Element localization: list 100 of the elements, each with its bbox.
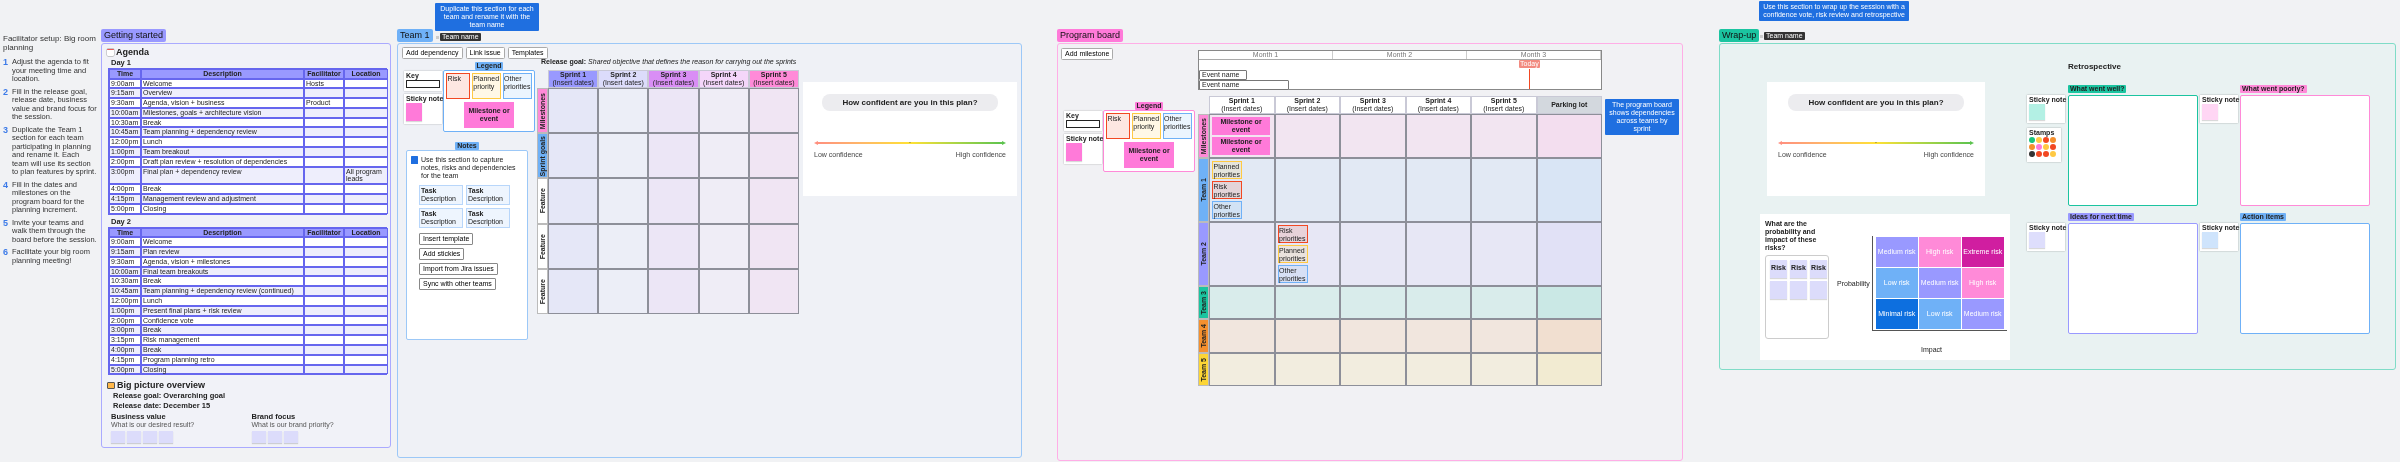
input-field[interactable]	[1066, 120, 1100, 128]
confidence-slider[interactable]	[1778, 141, 1974, 145]
retro-area[interactable]	[2240, 95, 2370, 206]
grid-cell[interactable]	[1274, 319, 1340, 353]
table-cell	[344, 78, 388, 89]
table-cell	[344, 335, 388, 345]
table-cell	[344, 246, 388, 257]
grid-cell[interactable]	[1405, 158, 1471, 222]
grid-cell[interactable]	[1405, 352, 1471, 386]
grid-cell[interactable]	[698, 223, 749, 269]
grid-cell[interactable]	[648, 88, 699, 134]
grid-cell[interactable]	[1340, 319, 1406, 353]
grid-cell[interactable]	[1471, 158, 1537, 222]
grid-cell[interactable]	[648, 133, 699, 179]
grid-cell[interactable]	[598, 223, 649, 269]
retro-area[interactable]	[2240, 223, 2370, 334]
grid-cell[interactable]	[1536, 222, 1602, 286]
grid-cell[interactable]	[598, 88, 649, 134]
notes-title: Facilitator setup: Big room planning	[3, 34, 97, 52]
frame-label[interactable]: Program board	[1057, 29, 1124, 42]
retro-area[interactable]	[2068, 223, 2198, 334]
frame-label[interactable]: Getting started	[101, 29, 167, 42]
table-cell	[344, 295, 388, 306]
today-marker-line	[1529, 69, 1530, 89]
grid-cell[interactable]	[1471, 352, 1537, 386]
table-cell	[304, 147, 344, 157]
grid-cell[interactable]	[1340, 352, 1406, 386]
grid-cell[interactable]	[1471, 222, 1537, 286]
grid-cell[interactable]	[648, 178, 699, 224]
grid-cell[interactable]	[1536, 352, 1602, 386]
table-cell	[304, 276, 344, 287]
grid-cell[interactable]	[1340, 158, 1406, 222]
grid-cell[interactable]	[548, 178, 599, 224]
grid-cell[interactable]	[1340, 114, 1406, 158]
grid-cell[interactable]	[748, 178, 799, 224]
table-cell	[304, 315, 344, 326]
grid-cell[interactable]	[698, 268, 749, 314]
section-heading: Big picture overview	[117, 380, 206, 391]
grid-cell[interactable]	[548, 88, 599, 134]
table-cell	[344, 266, 388, 277]
grid-cell[interactable]	[648, 268, 699, 314]
step-number: 2	[3, 87, 9, 97]
frame-label[interactable]: Team 1	[397, 29, 433, 42]
table-cell	[344, 344, 388, 355]
table-cell	[304, 335, 344, 345]
grid-cell[interactable]	[598, 268, 649, 314]
grid-cell[interactable]	[1274, 158, 1340, 222]
grid-cell[interactable]	[548, 268, 599, 314]
table-cell	[304, 256, 344, 267]
grid-cell[interactable]	[1471, 319, 1537, 353]
section-heading: Retrospective	[2068, 62, 2121, 71]
grid-cell[interactable]	[1274, 352, 1340, 386]
retro-area[interactable]	[2068, 95, 2198, 206]
grid-cell[interactable]	[548, 133, 599, 179]
map-icon	[107, 381, 115, 389]
grid-cell[interactable]	[1274, 114, 1340, 158]
grid-cell[interactable]	[1405, 319, 1471, 353]
table-cell	[344, 184, 388, 195]
grid-cell[interactable]	[1536, 158, 1602, 222]
grid-cell[interactable]	[698, 178, 749, 224]
grid-cell[interactable]	[1209, 286, 1275, 320]
grid-cell[interactable]	[1405, 286, 1471, 320]
table-cell	[304, 107, 344, 118]
grid-cell[interactable]	[548, 223, 599, 269]
table-cell	[304, 237, 344, 247]
grid-cell[interactable]	[1340, 286, 1406, 320]
table-cell	[304, 88, 344, 99]
table-cell	[344, 325, 388, 336]
grid-cell[interactable]	[748, 223, 799, 269]
grid-cell[interactable]	[1536, 319, 1602, 353]
grid-cell[interactable]	[698, 88, 749, 134]
table-cell	[344, 107, 388, 118]
table-cell	[304, 344, 344, 355]
grid-cell[interactable]	[748, 268, 799, 314]
table-cell	[344, 194, 388, 204]
grid-cell[interactable]	[1405, 114, 1471, 158]
confidence-slider[interactable]	[814, 141, 1006, 145]
grid-cell[interactable]	[1209, 352, 1275, 386]
grid-cell[interactable]	[598, 178, 649, 224]
grid-cell[interactable]	[1536, 114, 1602, 158]
grid-cell[interactable]	[1209, 222, 1275, 286]
grid-cell[interactable]	[1471, 114, 1537, 158]
input-field[interactable]	[406, 80, 440, 88]
grid-cell[interactable]	[648, 223, 699, 269]
table-cell	[304, 117, 344, 128]
grid-cell[interactable]	[598, 133, 649, 179]
grid-cell[interactable]	[748, 88, 799, 134]
table-cell	[304, 266, 344, 277]
question-bubble: How confident are you in this plan?	[822, 94, 998, 111]
grid-cell[interactable]	[1536, 286, 1602, 320]
grid-cell[interactable]	[1340, 222, 1406, 286]
grid-cell[interactable]	[748, 133, 799, 179]
grid-cell[interactable]	[698, 133, 749, 179]
grid-cell[interactable]	[1471, 286, 1537, 320]
grid-cell[interactable]	[1274, 286, 1340, 320]
grid-cell[interactable]	[1209, 319, 1275, 353]
step-number: 1	[3, 58, 9, 67]
frame-label[interactable]: Wrap-up	[1719, 29, 1760, 42]
table-cell	[304, 137, 344, 148]
grid-cell[interactable]	[1405, 222, 1471, 286]
